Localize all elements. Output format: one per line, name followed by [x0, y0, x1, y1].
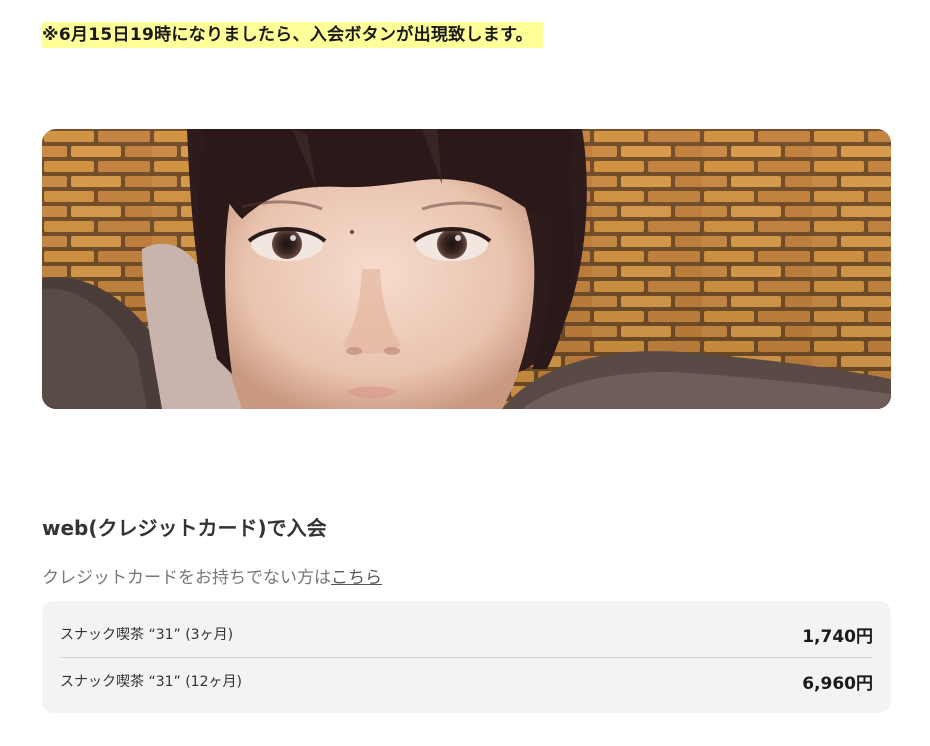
hero-image — [42, 129, 891, 409]
plan-row-12-months[interactable]: スナック喫茶 “31” (12ヶ月) 6,960円 — [60, 658, 873, 704]
membership-title: web(クレジットカード)で入会 — [42, 516, 327, 540]
plan-name: スナック喫茶 “31” (12ヶ月) — [60, 674, 242, 690]
plan-price: 6,960円 — [802, 673, 873, 694]
notice-text: ※6月15日19時になりましたら、入会ボタンが出現致します。 — [42, 25, 533, 45]
plan-list: スナック喫茶 “31” (3ヶ月) 1,740円 スナック喫茶 “31” (12… — [42, 601, 891, 713]
plan-price: 1,740円 — [802, 626, 873, 647]
plan-name: スナック喫茶 “31” (3ヶ月) — [60, 627, 234, 643]
no-card-link[interactable]: こちら — [331, 568, 382, 588]
no-card-note-text: クレジットカードをお持ちでない方は — [42, 568, 331, 588]
notice-banner: ※6月15日19時になりましたら、入会ボタンが出現致します。 — [42, 22, 543, 48]
no-card-note: クレジットカードをお持ちでない方はこちら — [42, 563, 382, 588]
plan-row-3-months[interactable]: スナック喫茶 “31” (3ヶ月) 1,740円 — [60, 611, 873, 658]
portrait-photo-icon — [42, 129, 891, 409]
